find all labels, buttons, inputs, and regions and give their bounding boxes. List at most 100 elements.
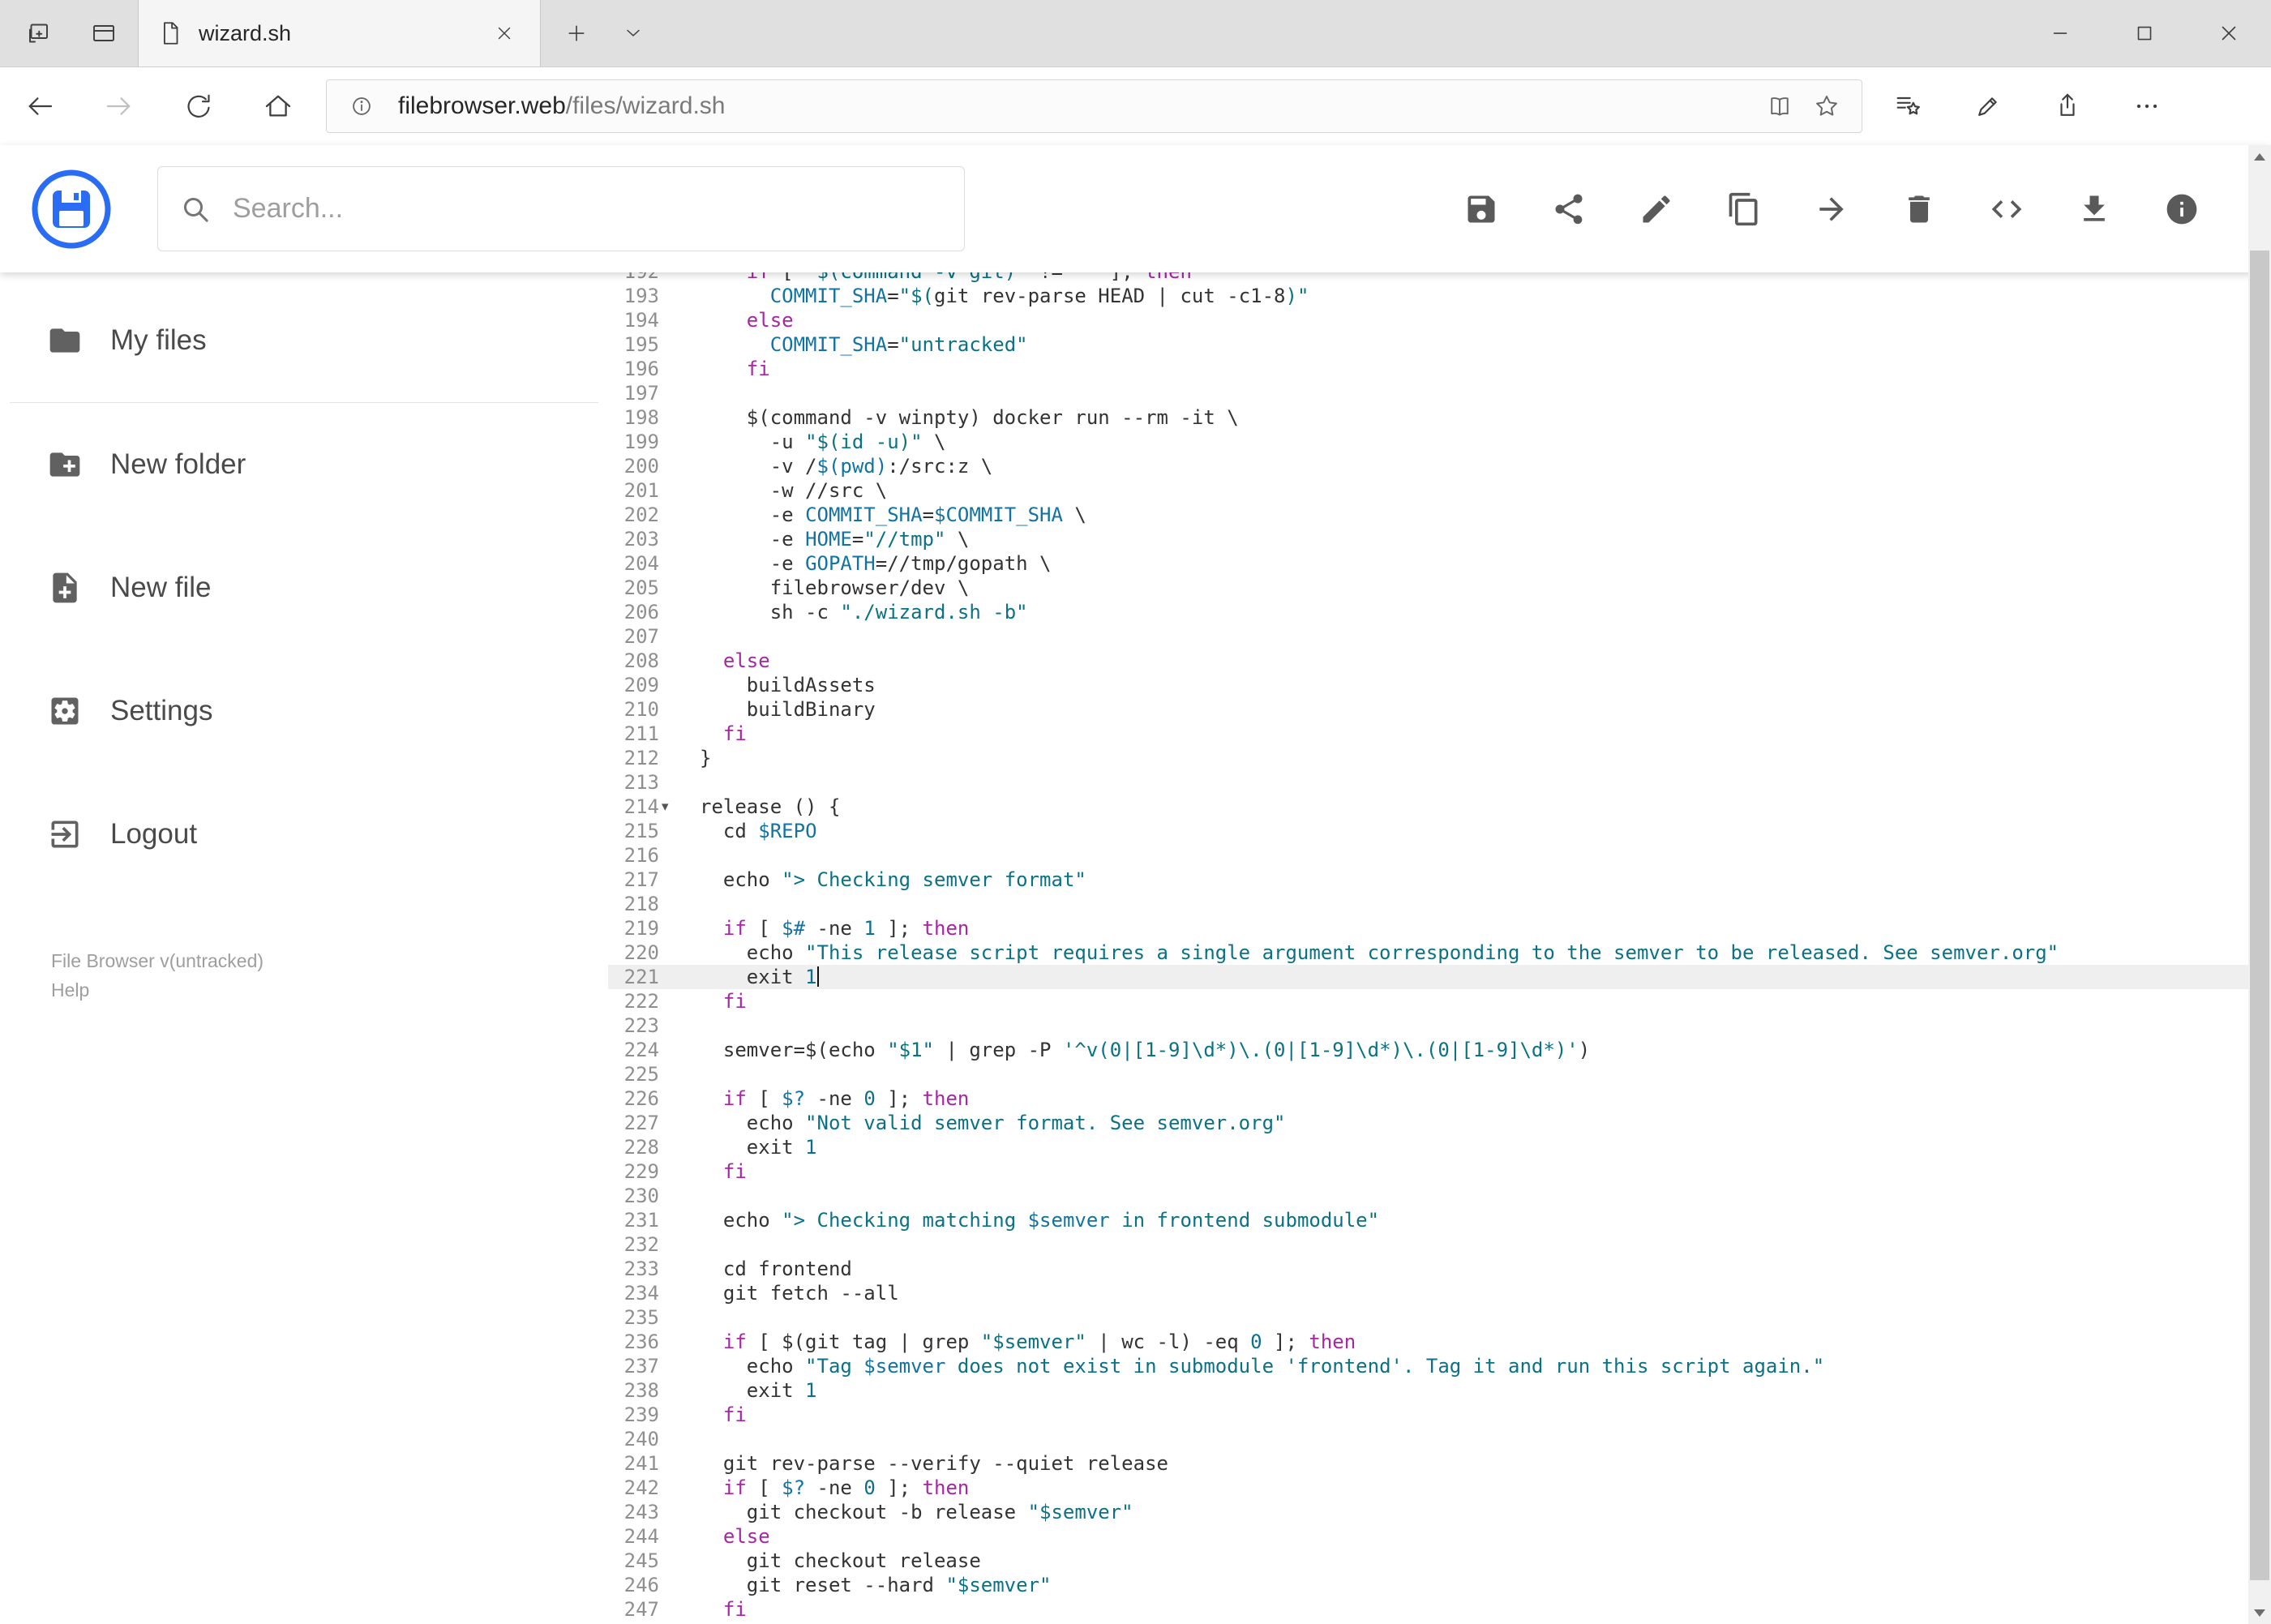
code-line[interactable]: 230	[608, 1184, 2271, 1208]
sidebar-item-new-folder[interactable]: New folder	[0, 403, 608, 526]
code-line[interactable]: 208 else	[608, 649, 2271, 673]
maximize-button[interactable]	[2102, 0, 2187, 66]
code-line[interactable]: 235	[608, 1305, 2271, 1330]
back-icon[interactable]	[0, 67, 79, 145]
code-line[interactable]: 195 COMMIT_SHA="untracked"	[608, 332, 2271, 357]
tab-preview-chevron-icon[interactable]	[610, 0, 657, 66]
code-line[interactable]: 207	[608, 624, 2271, 649]
code-line[interactable]: 241 git rev-parse --verify --quiet relea…	[608, 1451, 2271, 1476]
code-line[interactable]: 224 semver=$(echo "$1" | grep -P '^v(0|[…	[608, 1038, 2271, 1062]
reading-view-icon[interactable]	[1756, 83, 1803, 130]
code-line[interactable]: 245 git checkout release	[608, 1549, 2271, 1573]
browser-tab[interactable]: wizard.sh	[138, 0, 541, 66]
code-line[interactable]: 227 echo "Not valid semver format. See s…	[608, 1111, 2271, 1135]
search-box[interactable]	[157, 166, 965, 251]
code-line[interactable]: 200 -v /$(pwd):/src:z \	[608, 454, 2271, 478]
home-icon[interactable]	[238, 67, 318, 145]
code-line[interactable]: 197	[608, 381, 2271, 405]
code-line[interactable]: 229 fi	[608, 1159, 2271, 1184]
code-line[interactable]: 244 else	[608, 1524, 2271, 1549]
code-line[interactable]: 204 -e GOPATH=//tmp/gopath \	[608, 551, 2271, 576]
code-line[interactable]: 220 echo "This release script requires a…	[608, 941, 2271, 965]
hub-favorites-icon[interactable]	[1869, 67, 1948, 145]
code-view-button[interactable]	[1963, 165, 2050, 253]
code-line[interactable]: 194 else	[608, 308, 2271, 332]
scroll-up-icon[interactable]	[2248, 145, 2271, 168]
code-line[interactable]: 199 -u "$(id -u)" \	[608, 430, 2271, 454]
code-line[interactable]: 226 if [ $? -ne 0 ]; then	[608, 1086, 2271, 1111]
code-line[interactable]: 203 -e HOME="//tmp" \	[608, 527, 2271, 551]
info-button[interactable]	[2138, 165, 2226, 253]
close-button[interactable]	[2187, 0, 2271, 66]
share-page-icon[interactable]	[2028, 67, 2107, 145]
code-editor[interactable]: 192 if [ "$(command -v git)" != "" ]; th…	[608, 272, 2271, 1624]
code-line[interactable]: 233 cd frontend	[608, 1257, 2271, 1281]
code-line[interactable]: 210 buildBinary	[608, 697, 2271, 722]
tab-close-icon[interactable]	[486, 15, 522, 51]
code-line[interactable]: 243 git checkout -b release "$semver"	[608, 1500, 2271, 1524]
code-line[interactable]: 218	[608, 892, 2271, 916]
fold-marker-icon[interactable]: ▾	[662, 795, 669, 819]
web-note-pen-icon[interactable]	[1948, 67, 2028, 145]
scroll-down-icon[interactable]	[2248, 1601, 2271, 1624]
code-line[interactable]: 242 if [ $? -ne 0 ]; then	[608, 1476, 2271, 1500]
code-line[interactable]: 238 exit 1	[608, 1378, 2271, 1403]
code-line[interactable]: 205 filebrowser/dev \	[608, 576, 2271, 600]
code-line[interactable]: 239 fi	[608, 1403, 2271, 1427]
code-line[interactable]: 196 fi	[608, 357, 2271, 381]
sidebar-item-logout[interactable]: Logout	[0, 773, 608, 896]
search-input[interactable]	[231, 192, 899, 225]
move-button[interactable]	[1788, 165, 1875, 253]
scrollbar-thumb[interactable]	[2250, 251, 2269, 1580]
favorite-star-icon[interactable]	[1803, 83, 1850, 130]
sidebar-item-settings[interactable]: Settings	[0, 649, 608, 773]
code-line[interactable]: 192 if [ "$(command -v git)" != "" ]; th…	[608, 272, 2271, 284]
sidebar-item-new-file[interactable]: New file	[0, 526, 608, 649]
code-line[interactable]: 201 -w //src \	[608, 478, 2271, 503]
tab-preview-icon[interactable]	[81, 11, 126, 56]
code-line[interactable]: 193 COMMIT_SHA="$(git rev-parse HEAD | c…	[608, 284, 2271, 308]
code-line[interactable]: 215 cd $REPO	[608, 819, 2271, 843]
code-line[interactable]: 212}	[608, 746, 2271, 770]
new-tab-button[interactable]	[553, 0, 600, 66]
code-line[interactable]: 206 sh -c "./wizard.sh -b"	[608, 600, 2271, 624]
code-line[interactable]: 246 git reset --hard "$semver"	[608, 1573, 2271, 1597]
code-line[interactable]: 222 fi	[608, 989, 2271, 1013]
code-line[interactable]: 202 -e COMMIT_SHA=$COMMIT_SHA \	[608, 503, 2271, 527]
sidebar-item-my-files[interactable]: My files	[0, 279, 608, 402]
copy-button[interactable]	[1700, 165, 1788, 253]
delete-button[interactable]	[1875, 165, 1963, 253]
minimize-button[interactable]	[2018, 0, 2102, 66]
code-line[interactable]: 217 echo "> Checking semver format"	[608, 868, 2271, 892]
filebrowser-logo[interactable]	[31, 169, 112, 250]
code-line[interactable]: 247 fi	[608, 1597, 2271, 1622]
code-line[interactable]: 236 if [ $(git tag | grep "$semver" | wc…	[608, 1330, 2271, 1354]
code-line[interactable]: 219 if [ $# -ne 1 ]; then	[608, 916, 2271, 941]
code-line[interactable]: 223	[608, 1013, 2271, 1038]
help-link[interactable]: Help	[51, 975, 608, 1005]
code-line[interactable]: 209 buildAssets	[608, 673, 2271, 697]
code-line[interactable]: 228 exit 1	[608, 1135, 2271, 1159]
more-menu-icon[interactable]	[2107, 67, 2187, 145]
forward-icon[interactable]	[79, 67, 159, 145]
code-line[interactable]: 225	[608, 1062, 2271, 1086]
site-info-icon[interactable]	[338, 83, 385, 130]
code-line[interactable]: 198 $(command -v winpty) docker run --rm…	[608, 405, 2271, 430]
url-field[interactable]: filebrowser.web/files/wizard.sh	[326, 79, 1862, 133]
code-line[interactable]: 214 ▾ release () {	[608, 795, 2271, 819]
share-button[interactable]	[1525, 165, 1613, 253]
code-line[interactable]: 240	[608, 1427, 2271, 1451]
code-line[interactable]: 221 exit 1	[608, 965, 2271, 989]
edit-button[interactable]	[1613, 165, 1700, 253]
code-line[interactable]: 232	[608, 1232, 2271, 1257]
code-line[interactable]: 216	[608, 843, 2271, 868]
code-line[interactable]: 231 echo "> Checking matching $semver in…	[608, 1208, 2271, 1232]
refresh-icon[interactable]	[159, 67, 238, 145]
save-button[interactable]	[1438, 165, 1525, 253]
set-tabs-aside-icon[interactable]	[15, 11, 60, 56]
code-line[interactable]: 213	[608, 770, 2271, 795]
page-scrollbar[interactable]	[2248, 145, 2271, 1624]
code-line[interactable]: 237 echo "Tag $semver does not exist in …	[608, 1354, 2271, 1378]
code-line[interactable]: 211 fi	[608, 722, 2271, 746]
code-line[interactable]: 234 git fetch --all	[608, 1281, 2271, 1305]
